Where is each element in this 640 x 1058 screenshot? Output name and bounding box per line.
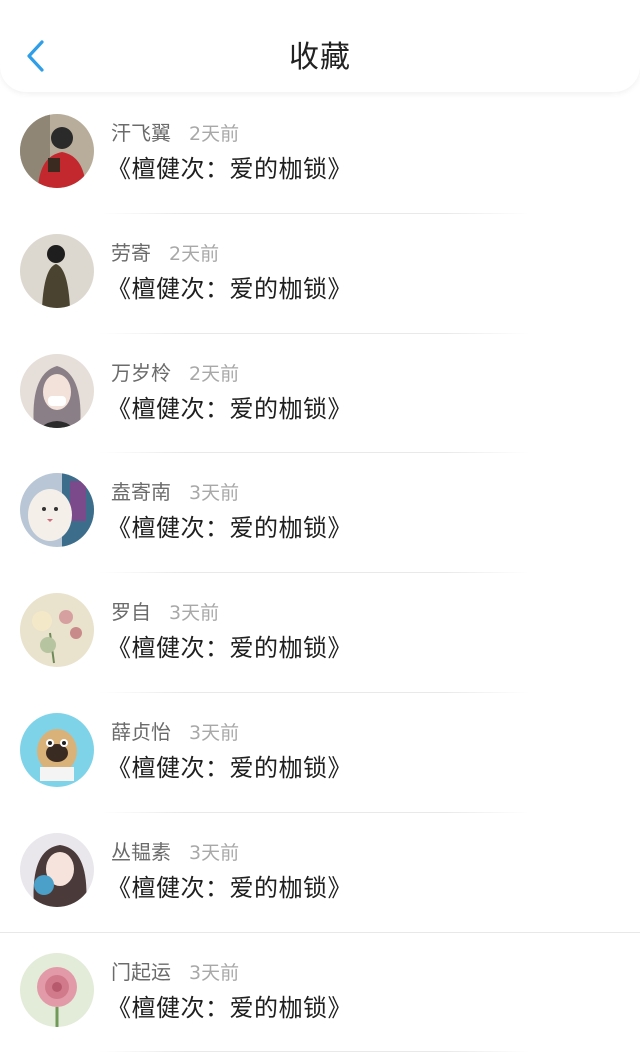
timestamp: 3天前: [189, 721, 240, 744]
timestamp: 2天前: [189, 362, 240, 385]
list-item[interactable]: 薛贞怡 3天前 《檀健次：爱的枷锁》: [0, 693, 640, 813]
timestamp: 2天前: [169, 242, 220, 265]
page-title: 收藏: [289, 40, 351, 75]
avatar[interactable]: [20, 952, 94, 1027]
avatar[interactable]: [20, 473, 94, 548]
list-item[interactable]: 汗飞翼 2天前 《檀健次：爱的枷锁》: [0, 94, 640, 214]
user-name: 丛韫素: [111, 839, 171, 864]
list-item[interactable]: 丛韫素 3天前 《檀健次：爱的枷锁》: [0, 813, 640, 933]
user-name: 汗飞翼: [111, 121, 171, 145]
list-item[interactable]: 盍寄南 3天前 《檀健次：爱的枷锁》: [0, 453, 640, 574]
favorites-list: 汗飞翼 2天前 《檀健次：爱的枷锁》 劳寄 2天前 《檀健次：爱的枷锁》 万岁柃…: [0, 94, 640, 1053]
user-name: 薛贞怡: [111, 719, 171, 744]
list-item[interactable]: 门起运 3天前 《檀健次：爱的枷锁》: [0, 933, 640, 1053]
top-bar: 收藏: [0, 0, 640, 92]
book-title[interactable]: 《檀健次：爱的枷锁》: [107, 871, 352, 905]
list-item[interactable]: 罗自 3天前 《檀健次：爱的枷锁》: [0, 573, 640, 693]
timestamp: 3天前: [169, 602, 220, 625]
user-name: 万岁柃: [111, 360, 171, 385]
avatar[interactable]: [20, 114, 94, 188]
timestamp: 3天前: [189, 482, 240, 505]
book-title[interactable]: 《檀健次：爱的枷锁》: [107, 392, 352, 426]
timestamp: 2天前: [189, 123, 240, 145]
user-name: 盍寄南: [111, 480, 171, 505]
timestamp: 3天前: [189, 961, 240, 984]
user-name: 劳寄: [111, 240, 151, 265]
avatar[interactable]: [20, 353, 94, 428]
avatar[interactable]: [20, 593, 94, 668]
book-title[interactable]: 《檀健次：爱的枷锁》: [107, 511, 352, 545]
avatar[interactable]: [20, 832, 94, 907]
book-title[interactable]: 《檀健次：爱的枷锁》: [107, 152, 352, 186]
book-title[interactable]: 《檀健次：爱的枷锁》: [107, 751, 352, 785]
avatar[interactable]: [20, 233, 94, 308]
timestamp: 3天前: [189, 841, 240, 864]
book-title[interactable]: 《檀健次：爱的枷锁》: [107, 631, 352, 665]
user-name: 罗自: [111, 600, 151, 625]
user-name: 门起运: [111, 959, 171, 984]
book-title[interactable]: 《檀健次：爱的枷锁》: [107, 272, 352, 306]
list-item[interactable]: 劳寄 2天前 《檀健次：爱的枷锁》: [0, 214, 640, 334]
list-item[interactable]: 万岁柃 2天前 《檀健次：爱的枷锁》: [0, 334, 640, 454]
avatar[interactable]: [20, 712, 94, 787]
book-title[interactable]: 《檀健次：爱的枷锁》: [107, 991, 352, 1025]
divider: [100, 1051, 530, 1053]
